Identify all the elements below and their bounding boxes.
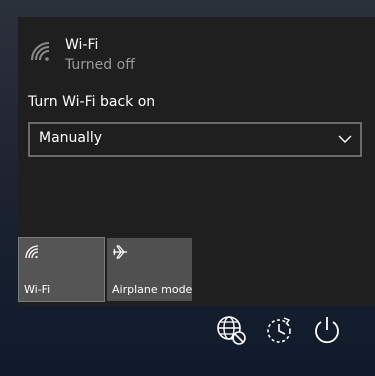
airplane-mode-quick-action[interactable]: Airplane mode	[107, 238, 192, 301]
turn-on-label: Turn Wi-Fi back on	[28, 94, 156, 110]
wifi-icon	[31, 42, 50, 61]
wifi-icon	[25, 245, 39, 259]
wifi-tile-label: Wi-Fi	[24, 283, 51, 296]
airplane-tile-label: Airplane mode	[112, 283, 193, 296]
wifi-status-row: Wi-Fi Turned off	[28, 36, 135, 75]
airplane-icon	[113, 245, 127, 259]
wifi-status: Turned off	[65, 57, 135, 73]
wifi-status-text: Wi-Fi Turned off	[65, 36, 135, 75]
wifi-flyout-panel: Wi-Fi Turned off Turn Wi-Fi back on Manu…	[18, 17, 375, 306]
dropdown-value: Manually	[39, 130, 103, 146]
wifi-title: Wi-Fi	[65, 37, 99, 53]
power-icon[interactable]	[311, 314, 343, 346]
turn-on-dropdown[interactable]: Manually	[28, 122, 362, 157]
chevron-down-icon	[338, 135, 352, 143]
network-settings-icon[interactable]	[215, 314, 247, 346]
wifi-quick-action[interactable]: Wi-Fi	[18, 237, 105, 302]
sleep-timer-icon[interactable]	[263, 314, 295, 346]
